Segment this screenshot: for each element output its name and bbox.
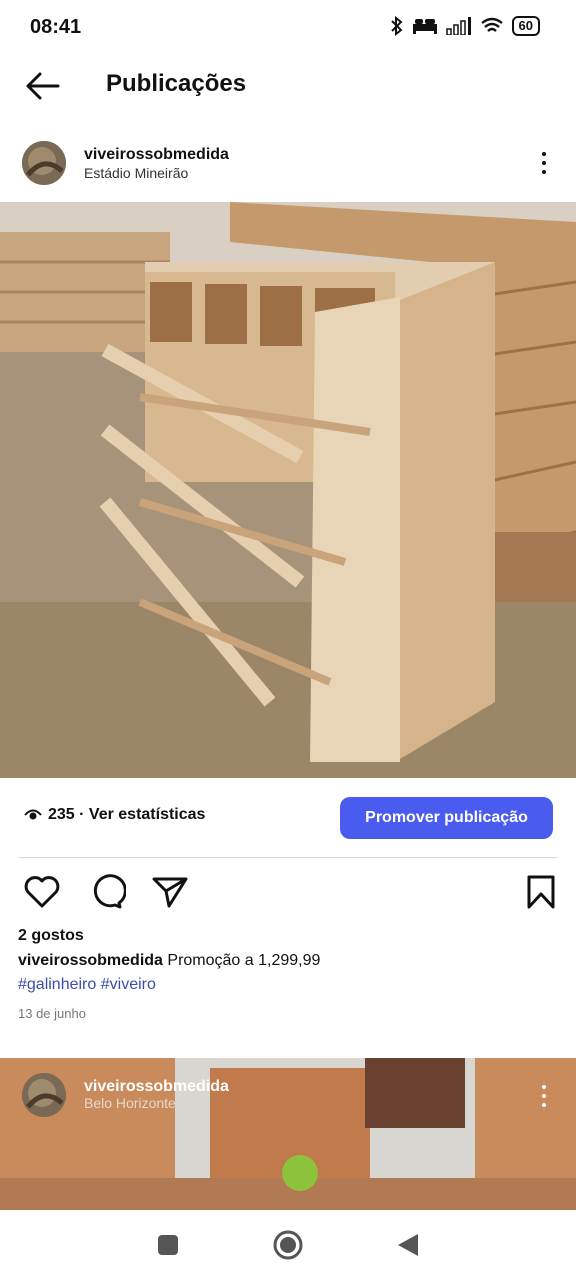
back-arrow-icon[interactable] xyxy=(22,66,62,106)
signal-icon xyxy=(445,17,471,35)
more-options-icon[interactable] xyxy=(534,1081,554,1111)
view-stats-link[interactable]: 235 · Ver estatísticas xyxy=(24,806,205,824)
post-date: 13 de junho xyxy=(18,1006,86,1021)
post-username[interactable]: viveirossobmedida xyxy=(84,146,229,164)
heart-icon[interactable] xyxy=(22,872,62,912)
nav-home-icon[interactable] xyxy=(272,1229,304,1261)
divider xyxy=(18,857,558,858)
caption: viveirossobmedida Promoção a 1,299,99 xyxy=(18,952,320,970)
status-time: 08:41 xyxy=(30,16,82,38)
next-post-location[interactable]: Belo Horizonte xyxy=(84,1095,176,1111)
more-options-icon[interactable] xyxy=(534,148,554,178)
bed-icon xyxy=(412,19,437,34)
wifi-icon xyxy=(480,17,503,32)
post-location[interactable]: Estádio Mineirão xyxy=(84,165,188,181)
avatar[interactable] xyxy=(22,1073,66,1117)
hashtags: #galinheiro #viveiro xyxy=(18,976,156,994)
share-icon[interactable] xyxy=(150,872,190,912)
post-image[interactable] xyxy=(0,202,576,778)
promote-post-button[interactable]: Promover publicação xyxy=(340,797,553,839)
bluetooth-icon xyxy=(390,16,403,36)
hashtag-link[interactable]: #viveiro xyxy=(101,976,156,993)
nav-back-icon[interactable] xyxy=(396,1232,420,1258)
hashtag-link[interactable]: #galinheiro xyxy=(18,976,96,993)
nav-recents-icon[interactable] xyxy=(156,1233,180,1257)
eye-icon xyxy=(24,809,42,820)
view-stats-text: 235 · Ver estatísticas xyxy=(48,806,206,823)
page-title: Publicações xyxy=(106,70,247,97)
comment-icon[interactable] xyxy=(86,872,126,912)
likes-count[interactable]: 2 gostos xyxy=(18,927,84,945)
battery-indicator: 60 xyxy=(511,16,540,36)
system-nav-bar xyxy=(0,1210,576,1280)
caption-text: Promoção a 1,299,99 xyxy=(162,952,321,969)
next-post-username[interactable]: viveirossobmedida xyxy=(84,1078,229,1096)
status-icons: 60 xyxy=(390,16,540,36)
avatar[interactable] xyxy=(22,141,66,185)
caption-username[interactable]: viveirossobmedida xyxy=(18,952,163,969)
bookmark-icon[interactable] xyxy=(521,872,561,912)
